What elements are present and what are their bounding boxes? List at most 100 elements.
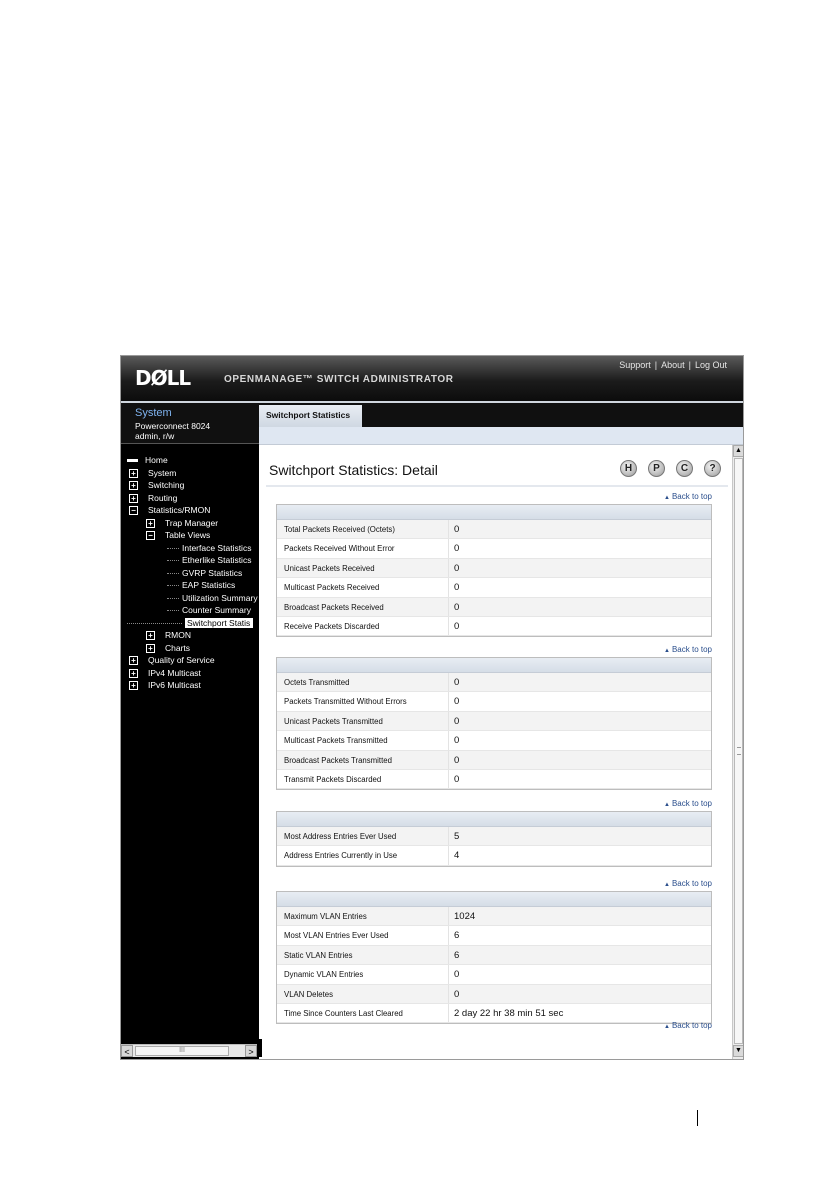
tree-item-rmon[interactable]: + RMON [146, 630, 191, 642]
tree-item-eap-statistics[interactable]: EAP Statistics [167, 580, 235, 592]
back-to-top-link[interactable]: ▲ Back to top [664, 492, 712, 501]
tree-item-switchport-row: Switchport Statis [127, 617, 257, 630]
refresh-icon[interactable]: C [676, 460, 693, 477]
address-stats-table: Most Address Entries Ever Used 5 Address E… [276, 811, 712, 867]
tree-item-gvrp-statistics[interactable]: GVRP Statistics [167, 568, 242, 580]
link-separator: | [688, 360, 691, 370]
tree-item-quality-of-service[interactable]: + Quality of Service [129, 655, 215, 667]
page-title: Switchport Statistics: Detail [269, 462, 438, 478]
tab-switchport-statistics[interactable]: Switchport Statistics [259, 405, 362, 427]
tree-item-trap-manager[interactable]: + Trap Manager [146, 518, 218, 530]
transmitted-rows: Octets Transmitted 0 Packets Transmitted W… [277, 673, 711, 790]
table-row: Most VLAN Entries Ever Used 6 [277, 926, 711, 946]
main-content: Switchport Statistics: Detail H P C ? ▲ B… [262, 445, 732, 1059]
expand-icon[interactable]: + [146, 643, 155, 653]
tree-item-table-views[interactable]: − Table Views [146, 530, 210, 542]
tree-item-counter-summary[interactable]: Counter Summary [167, 605, 251, 617]
row-value: 0 [454, 582, 460, 594]
column-divider [448, 731, 449, 750]
row-value: 2 day 22 hr 38 min 51 sec [454, 1007, 564, 1019]
tree-item-ipv4-multicast[interactable]: + IPv4 Multicast [129, 668, 201, 680]
back-to-top-link[interactable]: ▲ Back to top [664, 799, 712, 808]
tree-item-home[interactable]: Home [127, 455, 168, 467]
table-row: Octets Transmitted 0 [277, 673, 711, 693]
tree-item-utilization-summary[interactable]: Utilization Summary [167, 593, 258, 605]
up-triangle-icon: ▲ [664, 648, 670, 654]
table-row: Dynamic VLAN Entries 0 [277, 965, 711, 985]
column-divider [448, 616, 449, 636]
back-to-top-link[interactable]: ▲ Back to top [664, 1021, 712, 1030]
column-divider [448, 945, 449, 965]
row-label: Transmit Packets Discarded [284, 774, 382, 784]
tree-item-charts[interactable]: + Charts [146, 643, 190, 655]
column-divider [448, 1003, 449, 1023]
row-value: 0 [454, 969, 460, 981]
row-value: 4 [454, 850, 460, 862]
column-divider [448, 965, 449, 984]
table-row: Receive Packets Discarded 0 [277, 616, 711, 637]
browser-frame: DØLL OPENMANAGE™ SWITCH ADMINISTRATOR Su… [120, 355, 744, 1060]
column-divider [448, 711, 449, 731]
table-row: Total Packets Received (Octets) 0 [277, 520, 711, 540]
expand-icon[interactable]: + [129, 668, 138, 678]
row-label: Time Since Counters Last Cleared [284, 1008, 403, 1018]
row-value: 1024 [454, 911, 476, 922]
back-to-top-link[interactable]: ▲ Back to top [664, 879, 712, 888]
expand-icon[interactable]: + [129, 468, 138, 478]
help-icon[interactable]: ? [704, 460, 721, 477]
tree-item-routing[interactable]: + Routing [129, 493, 177, 505]
sidebar-horizontal-scrollbar[interactable]: < III > [121, 1044, 257, 1057]
received-rows: Total Packets Received (Octets) 0 Packets … [277, 520, 711, 637]
system-title[interactable]: System [135, 407, 172, 419]
tree-item-interface-statistics[interactable]: Interface Statistics [167, 543, 251, 555]
save-icon[interactable]: H [620, 460, 637, 477]
tree-item-system[interactable]: + System [129, 468, 176, 480]
row-label: Octets Transmitted [284, 678, 350, 687]
table-header [277, 505, 711, 520]
collapse-icon[interactable]: − [146, 531, 155, 541]
back-to-top-link[interactable]: ▲ Back to top [664, 645, 712, 654]
scroll-thumb[interactable] [734, 458, 743, 1044]
expand-icon[interactable]: + [146, 631, 155, 641]
vlan-rows: Maximum VLAN Entries 1024 Most VLAN Entrie… [277, 907, 711, 1024]
row-label: Unicast Packets Transmitted [284, 716, 383, 726]
content-vertical-scrollbar[interactable]: ▲ ▼ [732, 445, 743, 1059]
table-header [277, 892, 711, 907]
vlan-stats-table: Maximum VLAN Entries 1024 Most VLAN Entrie… [276, 891, 712, 1025]
collapse-icon[interactable]: − [129, 506, 138, 516]
row-label: Packets Transmitted Without Errors [284, 697, 407, 707]
column-divider [448, 692, 449, 711]
tree-item-etherlike-statistics[interactable]: Etherlike Statistics [167, 555, 251, 567]
title-divider [266, 485, 728, 487]
about-link[interactable]: About [661, 360, 685, 370]
row-value: 0 [454, 562, 460, 574]
support-link[interactable]: Support [619, 360, 651, 370]
table-row: Maximum VLAN Entries 1024 [277, 907, 711, 927]
row-label: Multicast Packets Transmitted [284, 736, 388, 746]
up-triangle-icon: ▲ [664, 1024, 670, 1030]
scroll-up-icon[interactable]: ▲ [733, 445, 743, 457]
tree-connector [167, 560, 179, 562]
table-row: Transmit Packets Discarded 0 [277, 769, 711, 790]
tree-item-switching[interactable]: + Switching [129, 480, 184, 492]
expand-icon[interactable]: + [129, 481, 138, 491]
table-row: Unicast Packets Transmitted 0 [277, 711, 711, 732]
tree-item-switchport-statistics[interactable]: Switchport Statis [185, 617, 254, 628]
row-label: Dynamic VLAN Entries [284, 970, 364, 980]
tree-item-statistics-rmon[interactable]: − Statistics/RMON [129, 505, 210, 517]
tree-item-ipv6-multicast[interactable]: + IPv6 Multicast [129, 680, 201, 692]
print-icon[interactable]: P [648, 460, 665, 477]
expand-icon[interactable]: + [129, 493, 138, 503]
expand-icon[interactable]: + [129, 681, 138, 691]
scroll-thumb[interactable]: III [135, 1046, 229, 1056]
expand-icon[interactable]: + [146, 518, 155, 528]
scroll-left-icon[interactable]: < [121, 1045, 133, 1057]
tree-connector [127, 622, 182, 624]
expand-icon[interactable]: + [129, 656, 138, 666]
logout-link[interactable]: Log Out [695, 360, 727, 370]
scroll-down-icon[interactable]: ▼ [733, 1045, 743, 1057]
table-row: Packets Received Without Error 0 [277, 539, 711, 559]
table-row: Packets Transmitted Without Errors 0 [277, 692, 711, 712]
up-triangle-icon: ▲ [664, 802, 670, 808]
scroll-right-icon[interactable]: > [245, 1045, 257, 1057]
